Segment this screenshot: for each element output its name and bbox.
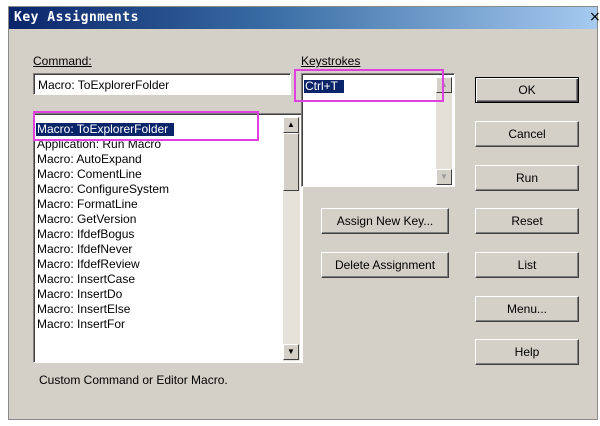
cancel-label: Cancel: [508, 127, 546, 141]
keystrokes-listbox[interactable]: Ctrl+T ▲ ▼: [301, 73, 455, 187]
keystrokes-label: Keystrokes: [301, 54, 361, 68]
command-list-item[interactable]: Macro: ToExplorerFolder: [36, 123, 175, 136]
reset-label: Reset: [511, 214, 543, 228]
command-list-item[interactable]: Macro: IfdefReview: [37, 258, 140, 271]
menu-label: Menu...: [506, 302, 548, 316]
command-list-item[interactable]: Macro: ComentLine: [37, 168, 142, 181]
command-list-item[interactable]: Macro: IfdefNever: [37, 243, 132, 256]
ok-button[interactable]: OK: [475, 77, 579, 103]
command-list-item[interactable]: Macro: IfdefBogus: [37, 228, 134, 241]
scroll-thumb[interactable]: [283, 133, 299, 191]
keystroke-item[interactable]: Ctrl+T: [304, 80, 344, 93]
ok-label: OK: [518, 83, 536, 97]
command-field[interactable]: Macro: ToExplorerFolder: [33, 73, 291, 95]
list-label: List: [517, 258, 537, 272]
delete-assignment-button[interactable]: Delete Assignment: [321, 252, 449, 278]
command-list-item[interactable]: Application: Run Macro: [37, 138, 161, 151]
reset-button[interactable]: Reset: [475, 208, 579, 234]
up-arrow-icon[interactable]: ▲: [283, 117, 299, 133]
command-list-scrollbar[interactable]: ▲ ▼: [283, 117, 300, 361]
list-button[interactable]: List: [475, 252, 579, 278]
command-list-item[interactable]: Macro: AutoExpand: [37, 153, 142, 166]
assign-new-key-button[interactable]: Assign New Key...: [321, 208, 449, 234]
delete-assignment-label: Delete Assignment: [334, 258, 436, 272]
help-label: Help: [514, 345, 540, 359]
command-list-item[interactable]: Macro: InsertElse: [37, 303, 130, 316]
help-button[interactable]: Help: [475, 339, 579, 365]
command-listbox[interactable]: Macro: ToExplorerFolder Application: Run …: [33, 113, 303, 363]
command-list-item[interactable]: Macro: ConfigureSystem: [37, 183, 169, 196]
command-list-item[interactable]: Macro: InsertFor: [37, 318, 125, 331]
keystrokes-scrollbar[interactable]: ▲ ▼: [436, 77, 452, 185]
run-label: Run: [515, 171, 538, 185]
dialog-title: Key Assignments: [14, 10, 139, 25]
menu-button[interactable]: Menu...: [475, 296, 579, 322]
command-list-item[interactable]: Macro: InsertCase: [37, 273, 135, 286]
command-list-item[interactable]: Macro: InsertDo: [37, 288, 122, 301]
down-arrow-icon[interactable]: ▼: [283, 344, 299, 360]
cancel-button[interactable]: Cancel: [475, 121, 579, 147]
run-button[interactable]: Run: [475, 165, 579, 191]
command-list-item[interactable]: Macro: GetVersion: [37, 213, 136, 226]
up-arrow-icon[interactable]: ▲: [436, 77, 452, 93]
assign-new-key-label: Assign New Key...: [336, 214, 434, 228]
command-list-item[interactable]: Macro: FormatLine: [37, 198, 138, 211]
down-arrow-icon[interactable]: ▼: [436, 169, 452, 185]
close-icon[interactable]: ×: [589, 10, 600, 25]
key-assignments-dialog: Key Assignments × Command: Macro: ToExpl…: [8, 6, 600, 420]
status-text: Custom Command or Editor Macro.: [39, 373, 228, 387]
command-label: Command:: [33, 54, 92, 68]
command-value: Macro: ToExplorerFolder: [38, 78, 170, 92]
title-bar[interactable]: Key Assignments: [9, 7, 597, 29]
